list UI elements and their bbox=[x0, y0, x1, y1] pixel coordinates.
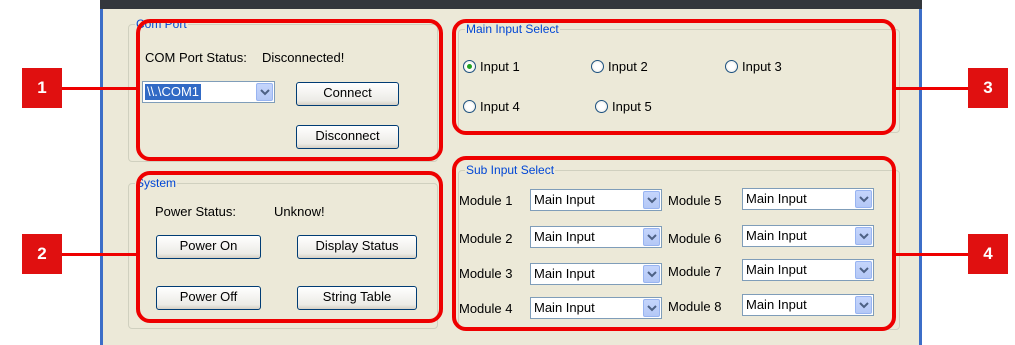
callout-badge-4: 4 bbox=[968, 234, 1008, 274]
callout-box-1 bbox=[136, 19, 443, 161]
callout-badge-2: 2 bbox=[22, 234, 62, 274]
callout-leader-2 bbox=[62, 253, 138, 256]
callout-box-4 bbox=[452, 156, 896, 331]
callout-leader-3 bbox=[892, 87, 972, 90]
callout-badge-3: 3 bbox=[968, 68, 1008, 108]
callout-box-2 bbox=[136, 171, 443, 323]
callout-leader-1 bbox=[62, 87, 138, 90]
callout-leader-4 bbox=[892, 253, 972, 256]
window-title-strip bbox=[100, 0, 922, 9]
callout-badge-1: 1 bbox=[22, 68, 62, 108]
callout-box-3 bbox=[452, 19, 896, 135]
